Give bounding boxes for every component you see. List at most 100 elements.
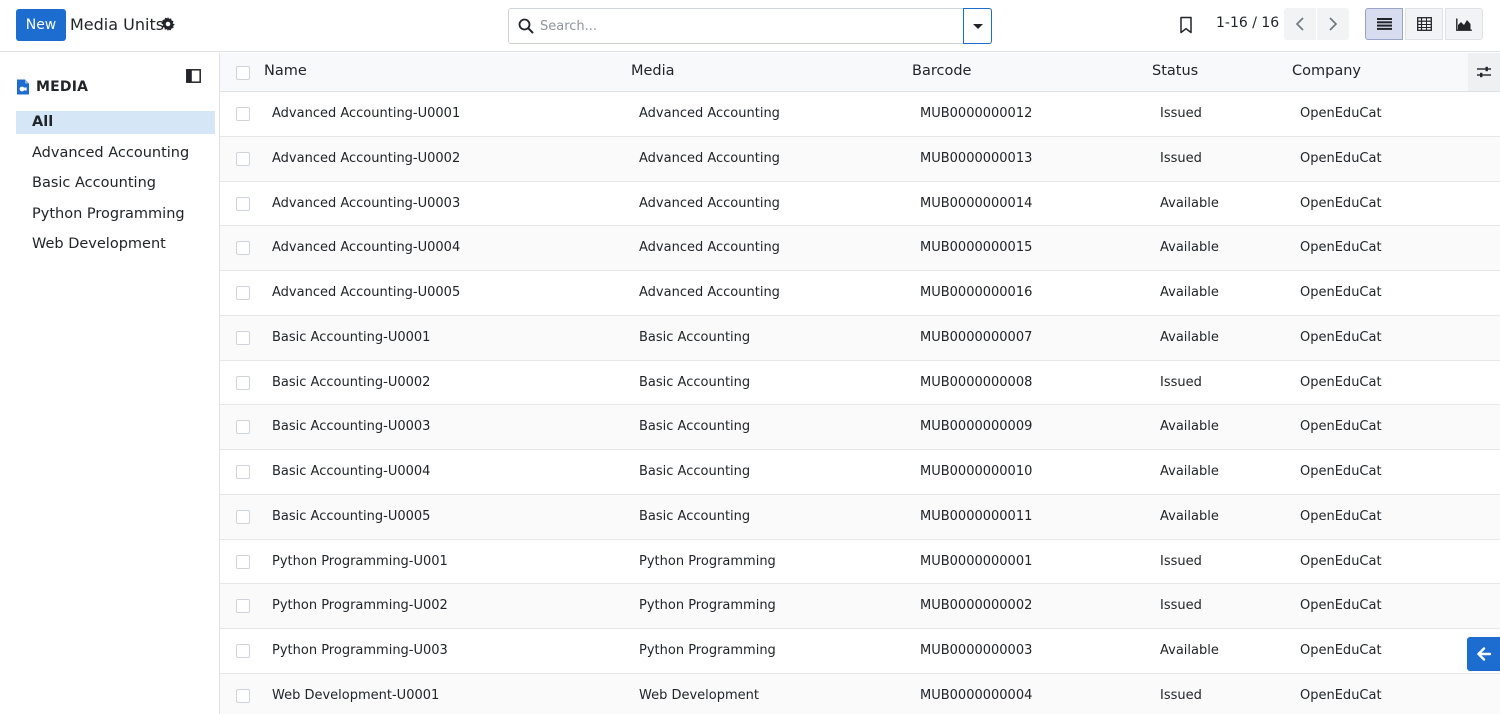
pager-next-button[interactable] — [1317, 8, 1349, 40]
optional-columns-button[interactable] — [1468, 53, 1500, 91]
chevron-down-icon — [972, 23, 983, 29]
back-button[interactable] — [1467, 637, 1500, 671]
cell-company: OpenEduCat — [1300, 598, 1382, 614]
table-row[interactable]: Basic Accounting-U0002 Basic Accounting MU… — [220, 360, 1500, 406]
table-row[interactable]: Advanced Accounting-U0004 Advanced Accoun… — [220, 226, 1500, 271]
table-row[interactable]: Basic Accounting-U0004 Basic Accounting MU… — [220, 450, 1500, 495]
row-checkbox[interactable] — [236, 465, 250, 479]
column-header-name[interactable]: Name — [264, 63, 307, 79]
sidebar-item-basic-accounting[interactable]: Basic Accounting — [16, 172, 215, 203]
cell-name: Basic Accounting-U0004 — [272, 464, 431, 479]
column-header-media[interactable]: Media — [631, 63, 675, 79]
cell-media: Advanced Accounting — [639, 195, 780, 211]
list-view-button[interactable] — [1365, 8, 1403, 40]
media-icon — [17, 79, 29, 95]
cell-company: OpenEduCat — [1300, 285, 1382, 300]
cell-name: Advanced Accounting-U0004 — [272, 240, 461, 256]
cell-media: Advanced Accounting — [639, 285, 780, 300]
cell-company: OpenEduCat — [1300, 106, 1382, 121]
cell-name: Basic Accounting-U0003 — [272, 419, 431, 435]
select-all-checkbox[interactable] — [236, 66, 250, 80]
table-row[interactable]: Basic Accounting-U0001 Basic Accounting MU… — [220, 315, 1500, 361]
row-checkbox[interactable] — [236, 509, 250, 524]
table-row[interactable]: Python Programming-U001 Python Programmin… — [220, 539, 1500, 585]
cell-media: Advanced Accounting — [639, 150, 780, 166]
cell-company: OpenEduCat — [1300, 464, 1382, 479]
column-header-company[interactable]: Company — [1292, 63, 1361, 79]
cell-status: Issued — [1160, 598, 1202, 614]
cell-company: OpenEduCat — [1300, 329, 1382, 345]
pivot-view-button[interactable] — [1405, 8, 1443, 40]
cell-barcode: MUB0000000014 — [920, 195, 1033, 211]
cell-media: Python Programming — [639, 643, 776, 658]
cell-name: Advanced Accounting-U0002 — [272, 150, 461, 166]
sidebar-collapse-icon[interactable] — [186, 69, 201, 83]
table-row[interactable]: Advanced Accounting-U0005 Advanced Accoun… — [220, 271, 1500, 316]
cell-barcode: MUB0000000012 — [920, 106, 1033, 121]
row-checkbox[interactable] — [236, 151, 250, 166]
new-button[interactable]: New — [16, 9, 66, 41]
search-options-toggle[interactable] — [963, 8, 992, 44]
sidebar-title: MEDIA — [36, 79, 89, 95]
graph-view-button[interactable] — [1445, 8, 1483, 40]
row-checkbox[interactable] — [236, 241, 250, 256]
table-row[interactable]: Basic Accounting-U0003 Basic Accounting MU… — [220, 405, 1500, 450]
cell-barcode: MUB0000000001 — [920, 553, 1033, 569]
chevron-right-icon — [1329, 17, 1338, 31]
sidebar-item-python-programming[interactable]: Python Programming — [16, 203, 215, 234]
cell-company: OpenEduCat — [1300, 419, 1382, 435]
cell-status: Available — [1160, 285, 1219, 300]
cell-status: Issued — [1160, 687, 1202, 703]
sidebar-item-all[interactable]: All — [16, 111, 215, 134]
search-panel: MEDIA All Advanced Accounting Basic Acco… — [0, 53, 220, 714]
cell-barcode: MUB0000000004 — [920, 687, 1033, 703]
row-checkbox[interactable] — [236, 420, 250, 435]
table-row[interactable]: Python Programming-U002 Python Programmin… — [220, 584, 1500, 629]
sidebar-filter-list: All Advanced Accounting Basic Accounting… — [16, 111, 215, 264]
row-checkbox[interactable] — [236, 330, 250, 345]
cell-status: Issued — [1160, 374, 1202, 390]
cell-name: Advanced Accounting-U0005 — [272, 285, 461, 300]
cell-barcode: MUB0000000013 — [920, 150, 1033, 166]
cell-company: OpenEduCat — [1300, 553, 1382, 569]
table-row[interactable]: Advanced Accounting-U0002 Advanced Accoun… — [220, 136, 1500, 182]
cell-barcode: MUB0000000011 — [920, 508, 1033, 524]
sidebar-item-web-development[interactable]: Web Development — [16, 233, 215, 264]
pager-value[interactable]: 1-16 / 16 — [1216, 15, 1279, 31]
table-row[interactable]: Advanced Accounting-U0001 Advanced Accoun… — [220, 92, 1500, 137]
row-checkbox[interactable] — [236, 375, 250, 390]
cell-barcode: MUB0000000003 — [920, 643, 1033, 658]
row-checkbox[interactable] — [236, 599, 250, 614]
cell-company: OpenEduCat — [1300, 374, 1382, 390]
row-checkbox[interactable] — [236, 196, 250, 211]
arrow-left-icon — [1476, 647, 1491, 661]
row-checkbox[interactable] — [236, 107, 250, 121]
cell-media: Basic Accounting — [639, 374, 751, 390]
column-header-status[interactable]: Status — [1152, 63, 1198, 79]
cell-barcode: MUB0000000009 — [920, 419, 1033, 435]
cell-name: Basic Accounting-U0002 — [272, 374, 431, 390]
cell-status: Available — [1160, 329, 1219, 345]
table-row[interactable]: Python Programming-U003 Python Programmin… — [220, 629, 1500, 674]
sidebar-item-advanced-accounting[interactable]: Advanced Accounting — [16, 142, 215, 173]
gear-icon[interactable] — [161, 17, 175, 31]
table-row[interactable]: Web Development-U0001 Web Development MUB0… — [220, 673, 1500, 714]
cell-company: OpenEduCat — [1300, 150, 1382, 166]
search-input[interactable] — [540, 11, 960, 41]
row-checkbox[interactable] — [236, 554, 250, 569]
column-header-barcode[interactable]: Barcode — [912, 63, 971, 79]
row-checkbox[interactable] — [236, 644, 250, 658]
cell-status: Available — [1160, 643, 1219, 658]
pager-previous-button[interactable] — [1284, 8, 1316, 40]
cell-status: Available — [1160, 419, 1219, 435]
table-row[interactable]: Basic Accounting-U0005 Basic Accounting MU… — [220, 494, 1500, 540]
row-checkbox[interactable] — [236, 688, 250, 703]
cell-media: Basic Accounting — [639, 419, 751, 435]
cell-company: OpenEduCat — [1300, 687, 1382, 703]
bookmark-icon[interactable] — [1179, 16, 1193, 34]
cell-status: Issued — [1160, 150, 1202, 166]
row-checkbox[interactable] — [236, 286, 250, 300]
table-row[interactable]: Advanced Accounting-U0003 Advanced Accoun… — [220, 181, 1500, 227]
cell-barcode: MUB0000000010 — [920, 464, 1033, 479]
cell-status: Issued — [1160, 553, 1202, 569]
